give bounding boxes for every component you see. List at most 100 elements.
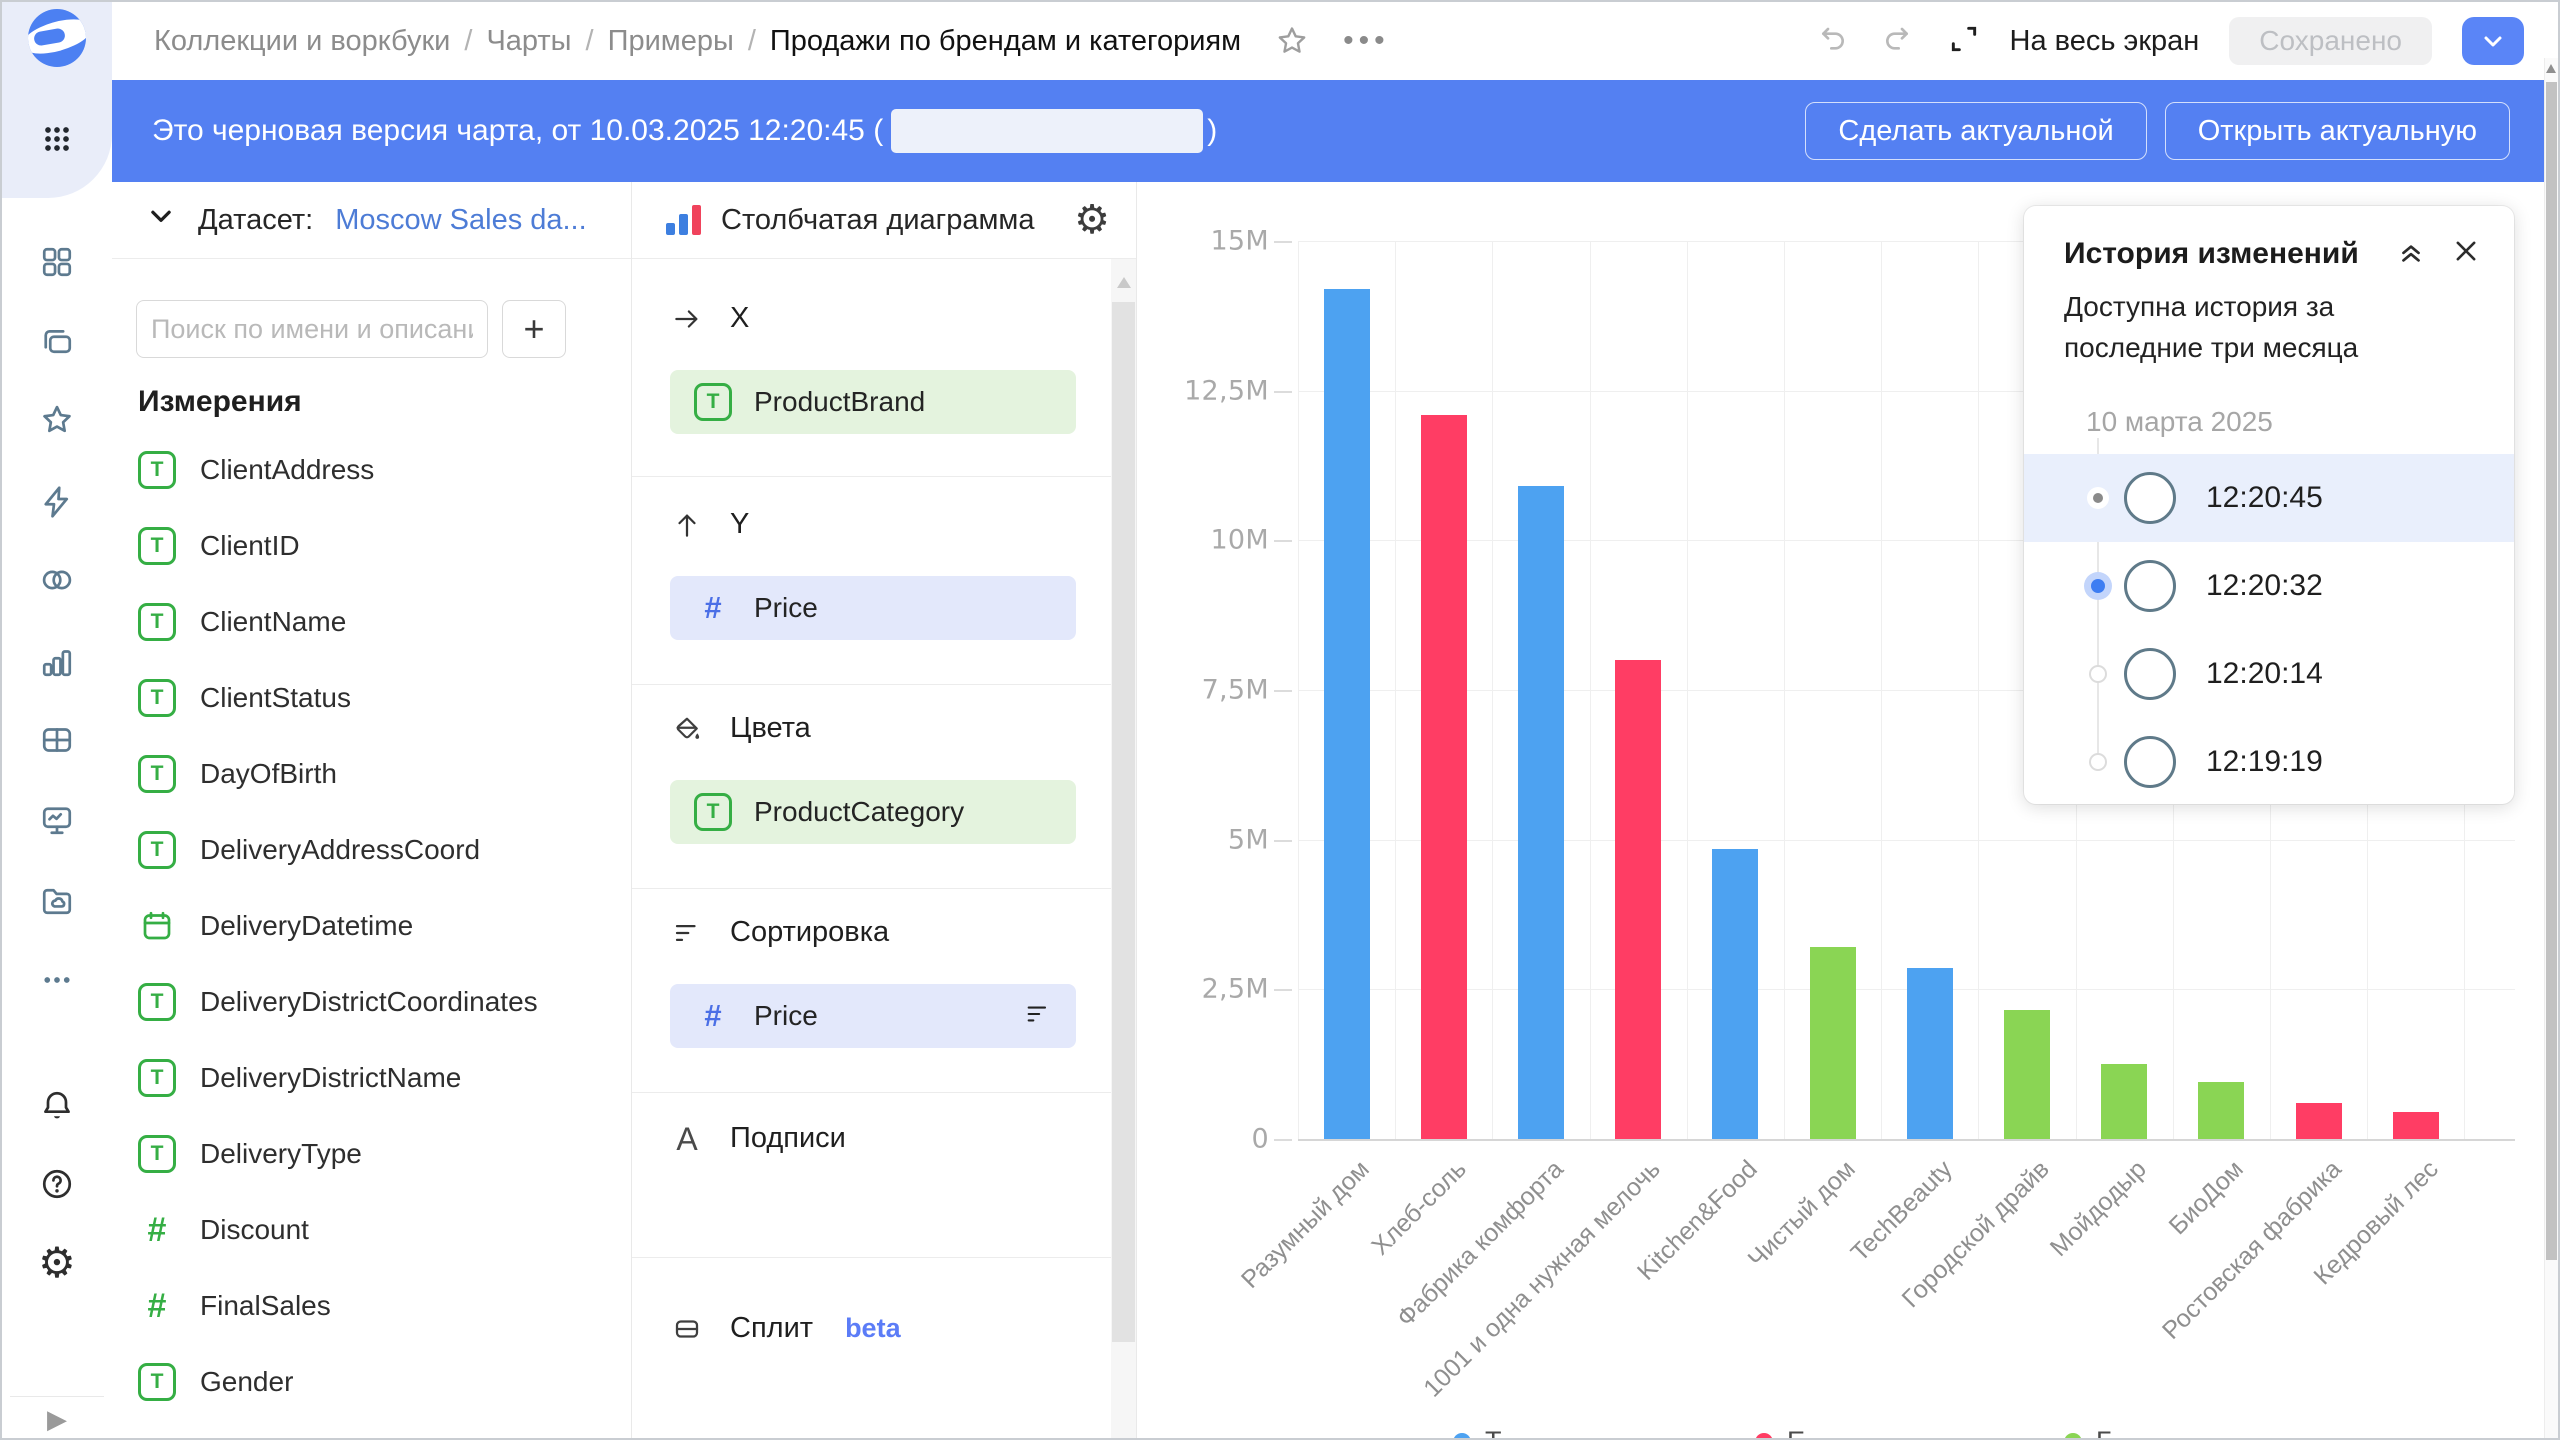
breadcrumb-item[interactable]: Продажи по брендам и категориям <box>770 25 1241 58</box>
datalens-logo[interactable] <box>2 9 112 67</box>
radio-icon[interactable] <box>2089 753 2107 771</box>
help-icon[interactable] <box>2 1155 112 1213</box>
breadcrumb-item[interactable]: Коллекции и воркбуки <box>154 25 450 58</box>
breadcrumb-separator: / <box>748 25 756 58</box>
undo-icon[interactable] <box>1818 23 1850 60</box>
bar-Разумный дом[interactable] <box>1324 289 1370 1139</box>
bar-Фабрика комфорта[interactable] <box>1518 486 1564 1139</box>
dimension-icon: T <box>694 383 732 421</box>
bar-Хлеб-соль[interactable] <box>1421 415 1467 1139</box>
chip-Price[interactable]: # Price <box>670 984 1076 1048</box>
save-dropdown-button[interactable] <box>2462 17 2524 65</box>
nav-more-icon[interactable] <box>2 951 112 1009</box>
history-entry-12:20:45[interactable]: 12:20:45 <box>2024 454 2514 542</box>
bar-Чистый дом[interactable] <box>1810 947 1856 1139</box>
dimensions-title: Измерения <box>138 385 302 419</box>
redo-icon[interactable] <box>1880 23 1912 60</box>
number-field-icon: # <box>138 1211 176 1249</box>
make-actual-button[interactable]: Сделать актуальной <box>1805 102 2146 160</box>
field-item-Gender[interactable]: T Gender <box>112 1344 612 1420</box>
y-axis-tick <box>1274 690 1292 692</box>
sort-icon[interactable] <box>1024 1000 1052 1033</box>
field-item-ClientName[interactable]: T ClientName <box>112 584 612 660</box>
nav-connections-icon[interactable] <box>2 551 112 609</box>
window-scrollbar-thumb[interactable] <box>2546 82 2557 1260</box>
bar-Кедровый лес[interactable] <box>2393 1112 2439 1139</box>
text-field-icon: T <box>138 603 176 641</box>
radio-current-icon[interactable] <box>2087 487 2109 509</box>
open-actual-button[interactable]: Открыть актуальную <box>2165 102 2510 160</box>
bar-Kitchen&Food[interactable] <box>1712 849 1758 1139</box>
history-entry-12:20:32[interactable]: 12:20:32 <box>2024 542 2514 630</box>
field-item-DayOfBirth[interactable]: T DayOfBirth <box>112 736 612 812</box>
nav-monitoring-icon[interactable] <box>2 791 112 849</box>
field-item-ClientStatus[interactable]: T ClientStatus <box>112 660 612 736</box>
nav-collections-icon[interactable] <box>2 313 112 371</box>
field-item-Discount[interactable]: # Discount <box>112 1192 612 1268</box>
field-item-DeliveryDistrictName[interactable]: T DeliveryDistrictName <box>112 1040 612 1116</box>
field-item-DeliveryDatetime[interactable]: DeliveryDatetime <box>112 888 612 964</box>
bar-Мойдодыр[interactable] <box>2101 1064 2147 1139</box>
more-menu-icon[interactable]: ••• <box>1343 24 1390 58</box>
chart-settings-gear-icon[interactable]: ⚙ <box>1074 200 1110 240</box>
breadcrumb-item[interactable]: Чарты <box>486 25 571 58</box>
arrow-up-icon <box>670 510 704 540</box>
beta-badge: beta <box>845 1313 901 1344</box>
bar-TechBeauty[interactable] <box>1907 968 1953 1139</box>
redacted-author <box>891 109 1203 153</box>
nav-dashboards-icon[interactable] <box>2 233 112 291</box>
chevron-down-icon[interactable] <box>146 201 176 239</box>
dataset-panel: Датасет: Moscow Sales da... + Измерения … <box>112 182 632 1440</box>
notifications-icon[interactable] <box>2 1077 112 1135</box>
scroll-up-icon[interactable] <box>2546 64 2556 73</box>
radio-icon[interactable] <box>2089 665 2107 683</box>
nav-charts-icon[interactable] <box>2 633 112 691</box>
field-item-DeliveryAddressCoord[interactable]: T DeliveryAddressCoord <box>112 812 612 888</box>
legend-item[interactable]: Б <box>2064 1426 2114 1440</box>
history-subtitle: Доступна история за последние три месяца <box>2024 271 2504 368</box>
apps-grid-icon-icon[interactable] <box>2 110 112 168</box>
chart-type-label[interactable]: Столбчатая диаграмма <box>721 204 1035 237</box>
nav-datasets-icon[interactable] <box>2 711 112 769</box>
legend-item[interactable]: Т <box>1453 1426 1502 1440</box>
add-field-button[interactable]: + <box>502 300 566 358</box>
datalens-app: ⚙▶ Коллекции и воркбуки/Чарты/Примеры/Пр… <box>0 0 2560 1440</box>
history-entry-12:20:14[interactable]: 12:20:14 <box>2024 630 2514 718</box>
field-item-DeliveryDistrictCoordinates[interactable]: T DeliveryDistrictCoordinates <box>112 964 612 1040</box>
nav-favorites-icon[interactable] <box>2 391 112 449</box>
bar-Городской драйв[interactable] <box>2004 1010 2050 1139</box>
text-field-icon: T <box>138 451 176 489</box>
config-scrollbar-thumb[interactable] <box>1112 302 1135 1342</box>
fullscreen-label[interactable]: На весь экран <box>2010 25 2200 58</box>
history-entry-12:19:19[interactable]: 12:19:19 <box>2024 718 2514 804</box>
field-item-ClientAddress[interactable]: T ClientAddress <box>112 432 612 508</box>
radio-selected-icon[interactable] <box>2084 572 2112 600</box>
bar-Ростовская фабрика[interactable] <box>2296 1103 2342 1139</box>
history-title: История изменений <box>2064 237 2359 271</box>
chip-Price[interactable]: # Price <box>670 576 1076 640</box>
favorite-star-icon[interactable] <box>1275 24 1309 58</box>
config-scroll-up-icon[interactable] <box>1117 277 1131 288</box>
chip-ProductCategory[interactable]: T ProductCategory <box>670 780 1076 844</box>
bar-БиоДом[interactable] <box>2198 1082 2244 1139</box>
legend-item[interactable]: Е <box>1755 1426 1805 1440</box>
chip-ProductBrand[interactable]: T ProductBrand <box>670 370 1076 434</box>
breadcrumb-item[interactable]: Примеры <box>608 25 734 58</box>
window-scrollbar[interactable] <box>2544 58 2558 1440</box>
field-search-input[interactable] <box>136 300 488 358</box>
close-icon[interactable] <box>2452 237 2480 270</box>
settings-icon[interactable]: ⚙ <box>2 1234 112 1292</box>
field-item-ClientID[interactable]: T ClientID <box>112 508 612 584</box>
collapse-icon[interactable] <box>2396 236 2426 271</box>
nav-editor-icon[interactable] <box>2 473 112 531</box>
bar-1001 и одна нужная мелочь[interactable] <box>1615 660 1661 1139</box>
breadcrumb-separator: / <box>464 25 472 58</box>
dataset-name-link[interactable]: Moscow Sales da... <box>335 204 586 237</box>
field-item-FinalSales[interactable]: # FinalSales <box>112 1268 612 1344</box>
arrow-right-icon <box>670 304 704 334</box>
fullscreen-icon[interactable] <box>1948 23 1980 60</box>
dataset-header[interactable]: Датасет: Moscow Sales da... <box>112 182 631 259</box>
collapse-panel-icon[interactable]: ▶ <box>2 1390 112 1440</box>
nav-storage-icon[interactable] <box>2 871 112 929</box>
field-item-DeliveryType[interactable]: T DeliveryType <box>112 1116 612 1192</box>
